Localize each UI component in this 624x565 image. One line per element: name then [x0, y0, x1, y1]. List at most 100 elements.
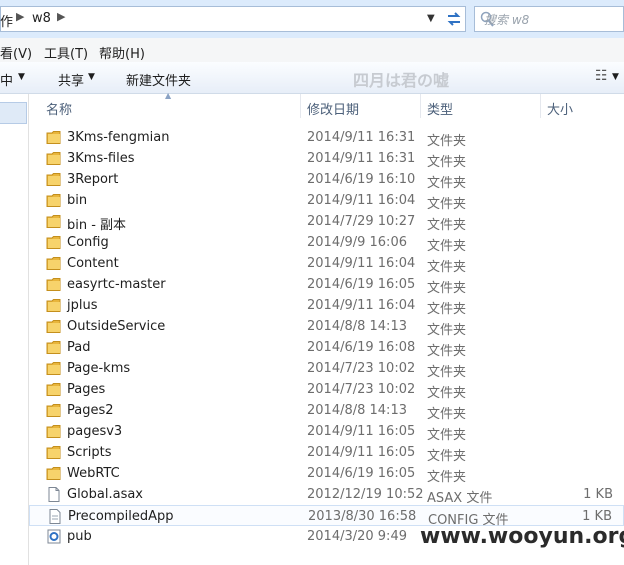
column-type[interactable]: 类型	[427, 99, 453, 118]
column-size[interactable]: 大小	[547, 99, 573, 118]
breadcrumb-separator-icon[interactable]: ▶	[57, 10, 65, 23]
file-type: 文件夹	[427, 197, 467, 212]
file-row[interactable]: PrecompiledApp 2013/8/30 16:58 CONFIG 文件 1 …	[29, 505, 624, 528]
folder-icon	[46, 340, 62, 355]
file-date: 2014/7/29 10:27	[307, 214, 416, 229]
history-dropdown-icon[interactable]: ▼	[427, 13, 435, 24]
file-name[interactable]: OutsideService	[67, 319, 165, 334]
file-date: 2014/9/11 16:31	[307, 130, 416, 145]
file-row[interactable]: WebRTC 2014/6/19 16:05 文件夹	[29, 463, 624, 485]
file-size: 1 KB	[582, 509, 612, 524]
file-row[interactable]: jplus 2014/9/11 16:04 文件夹	[29, 295, 624, 317]
column-date[interactable]: 修改日期	[307, 99, 359, 118]
file-type: 文件夹	[427, 134, 467, 149]
column-divider[interactable]	[420, 94, 421, 118]
chevron-down-icon[interactable]: ▼	[88, 72, 95, 82]
file-row[interactable]: 3Report 2014/6/19 16:10 文件夹	[29, 169, 624, 191]
overlay-text: 四月は君の嘘	[353, 71, 450, 90]
file-date: 2014/9/11 16:05	[307, 424, 416, 439]
file-row[interactable]: 3Kms-files 2014/9/11 16:31 文件夹	[29, 148, 624, 170]
breadcrumb-current[interactable]: w8	[32, 11, 51, 26]
file-name[interactable]: Scripts	[67, 445, 111, 460]
file-name[interactable]: Pages2	[67, 403, 114, 418]
file-row[interactable]: bin 2014/9/11 16:04 文件夹	[29, 190, 624, 212]
file-name[interactable]: Global.asax	[67, 487, 143, 502]
file-name[interactable]: Config	[67, 235, 109, 250]
menu-view[interactable]: 看(V)	[0, 43, 32, 62]
file-type: 文件夹	[427, 449, 467, 464]
file-row[interactable]: Content 2014/9/11 16:04 文件夹	[29, 253, 624, 275]
file-type: 文件夹	[427, 260, 467, 275]
file-row[interactable]: Pad 2014/6/19 16:08 文件夹	[29, 337, 624, 359]
toolbar-truncated-button[interactable]: 中	[0, 70, 13, 89]
file-row[interactable]: Config 2014/9/9 16:06 文件夹	[29, 232, 624, 254]
file-name[interactable]: Pages	[67, 382, 105, 397]
search-input[interactable]: 搜索 w8	[484, 11, 529, 28]
file-size: 1 KB	[583, 487, 613, 502]
column-divider[interactable]	[540, 94, 541, 118]
file-name[interactable]: Page-kms	[67, 361, 130, 376]
file-name[interactable]: 3Report	[67, 172, 118, 187]
refresh-icon[interactable]	[445, 11, 463, 27]
file-name[interactable]: 3Kms-files	[67, 151, 135, 166]
file-name[interactable]: jplus	[67, 298, 98, 313]
address-bar: 作 ▶ w8 ▶ ▼ 搜索 w8	[0, 0, 624, 39]
sort-ascending-icon: ▲	[165, 91, 172, 100]
folder-icon	[46, 319, 62, 334]
file-name[interactable]: bin	[67, 193, 87, 208]
breadcrumb-separator-icon[interactable]: ▶	[16, 10, 24, 23]
column-divider[interactable]	[300, 94, 301, 118]
file-type: ASAX 文件	[427, 491, 493, 506]
file-row[interactable]: 3Kms-fengmian 2014/9/11 16:31 文件夹	[29, 127, 624, 149]
file-name[interactable]: PrecompiledApp	[68, 509, 174, 524]
folder-icon	[46, 235, 62, 250]
view-options-icon[interactable]: ☷	[595, 68, 608, 84]
chevron-down-icon[interactable]: ▼	[18, 72, 25, 82]
file-name[interactable]: pub	[67, 529, 92, 544]
file-row[interactable]: easyrtc-master 2014/6/19 16:05 文件夹	[29, 274, 624, 296]
chevron-down-icon[interactable]: ▼	[612, 72, 619, 82]
menu-help[interactable]: 帮助(H)	[99, 43, 145, 62]
file-row[interactable]: bin - 副本 2014/7/29 10:27 文件夹	[29, 211, 624, 233]
address-box[interactable]	[0, 6, 466, 32]
file-row[interactable]: Scripts 2014/9/11 16:05 文件夹	[29, 442, 624, 464]
folder-icon	[46, 361, 62, 376]
folder-icon	[46, 403, 62, 418]
file-name[interactable]: bin - 副本	[67, 214, 126, 233]
file-row[interactable]: Page-kms 2014/7/23 10:02 文件夹	[29, 358, 624, 380]
file-date: 2014/6/19 16:10	[307, 172, 416, 187]
new-folder-button[interactable]: 新建文件夹	[126, 70, 191, 89]
navigation-selected-item[interactable]	[0, 102, 27, 124]
folder-icon	[46, 130, 62, 145]
file-name[interactable]: Content	[67, 256, 119, 271]
file-name[interactable]: pagesv3	[67, 424, 122, 439]
menu-bar: 看(V) 工具(T) 帮助(H)	[0, 38, 624, 63]
file-date: 2014/7/23 10:02	[307, 361, 416, 376]
file-name[interactable]: WebRTC	[67, 466, 120, 481]
menu-tools[interactable]: 工具(T)	[44, 43, 88, 62]
file-date: 2014/9/11 16:04	[307, 298, 416, 313]
folder-icon	[46, 466, 62, 481]
file-name[interactable]: easyrtc-master	[67, 277, 166, 292]
share-button[interactable]: 共享	[58, 70, 84, 89]
file-date: 2014/9/11 16:31	[307, 151, 416, 166]
file-date: 2014/3/20 9:49	[307, 529, 407, 544]
file-date: 2014/9/11 16:04	[307, 193, 416, 208]
file-date: 2014/9/9 16:06	[307, 235, 407, 250]
file-row[interactable]: pagesv3 2014/9/11 16:05 文件夹	[29, 421, 624, 443]
breadcrumb-parent[interactable]: 作	[0, 11, 13, 30]
file-row[interactable]: Pages2 2014/8/8 14:13 文件夹	[29, 400, 624, 422]
file-type: 文件夹	[427, 302, 467, 317]
file-name[interactable]: 3Kms-fengmian	[67, 130, 169, 145]
file-icon	[46, 487, 62, 502]
file-date: 2014/7/23 10:02	[307, 382, 416, 397]
file-row[interactable]: Pages 2014/7/23 10:02 文件夹	[29, 379, 624, 401]
folder-icon	[46, 424, 62, 439]
folder-icon	[46, 445, 62, 460]
file-row[interactable]: Global.asax 2012/12/19 10:52 ASAX 文件 1 KB	[29, 484, 624, 506]
file-type: 文件夹	[427, 176, 467, 191]
column-name[interactable]: 名称	[46, 99, 72, 118]
folder-icon	[46, 151, 62, 166]
file-name[interactable]: Pad	[67, 340, 90, 355]
file-row[interactable]: OutsideService 2014/8/8 14:13 文件夹	[29, 316, 624, 338]
